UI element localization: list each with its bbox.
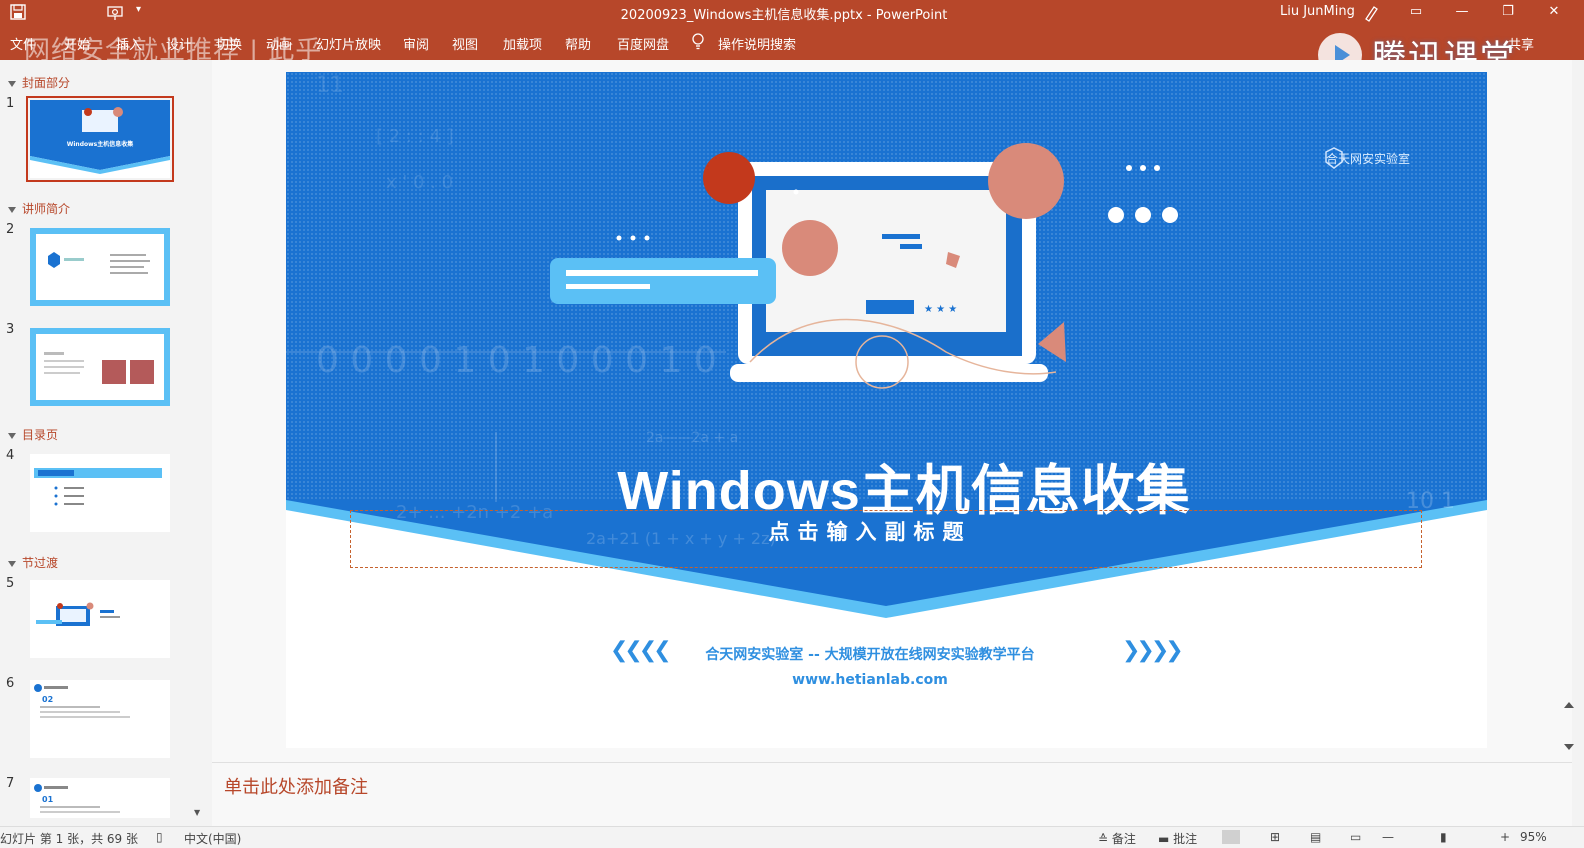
section-header[interactable]: 目录页: [8, 426, 58, 443]
collapse-triangle-icon[interactable]: [8, 432, 16, 439]
tab-addins[interactable]: 加载项: [503, 34, 542, 53]
section-name: 目录页: [22, 428, 59, 442]
slide-number: 4: [6, 448, 15, 463]
minimize-icon[interactable]: —: [1452, 2, 1472, 22]
slide-number: 5: [6, 576, 15, 591]
zoom-level[interactable]: 95%: [1520, 830, 1547, 844]
slide-thumbnail-6[interactable]: 02: [30, 680, 170, 758]
slide-sorter-icon[interactable]: ⊞: [1270, 830, 1280, 844]
notes-placeholder[interactable]: 单击此处添加备注: [224, 773, 368, 799]
section-header[interactable]: 封面部分: [8, 74, 70, 91]
notes-toggle[interactable]: ≙ 备注: [1098, 830, 1136, 847]
thumbnails-scroll-down-icon[interactable]: ▼: [194, 808, 200, 817]
slide-thumbnails-pane: 封面部分 1 Windows主机信息收集 讲师简介 2 3 目录页 4 节过渡 …: [0, 60, 210, 826]
slide-thumbnail-2[interactable]: [30, 228, 170, 306]
slide-number: 7: [6, 776, 15, 791]
status-bar: 幻灯片 第 1 张，共 69 张 ▯ 中文(中国) ≙ 备注 ▬ 批注 ⊞ ▤ …: [0, 826, 1584, 848]
tab-review[interactable]: 审阅: [403, 34, 429, 53]
pen-icon[interactable]: [1362, 3, 1382, 23]
close-icon[interactable]: ✕: [1544, 2, 1564, 22]
notes-toggle-label: 备注: [1111, 832, 1136, 846]
slide-counter: 幻灯片 第 1 张，共 69 张: [0, 832, 138, 846]
slide-number: 2: [6, 222, 15, 237]
section-header[interactable]: 节过渡: [8, 554, 58, 571]
section-header[interactable]: 讲师简介: [8, 200, 70, 217]
ribbon-display-icon[interactable]: ▭: [1406, 2, 1426, 22]
section-name: 节过渡: [22, 556, 59, 570]
user-name[interactable]: Liu JunMing: [1280, 4, 1355, 19]
svg-text:Windows主机信息收集: Windows主机信息收集: [67, 140, 134, 148]
slide-url: www.hetianlab.com: [792, 672, 948, 688]
tab-help[interactable]: 帮助: [565, 34, 591, 53]
lightbulb-icon: [692, 33, 704, 50]
title-bar: ▾ 20200923_Windows主机信息收集.pptx - PowerPoi…: [0, 0, 1584, 26]
zoom-in-icon[interactable]: +: [1500, 830, 1510, 844]
chevron-right-icon: ❯❯❯❯: [1122, 638, 1184, 663]
lab-logo-text: 合天网安实验室: [1326, 152, 1411, 166]
reading-view-icon[interactable]: ▤: [1310, 830, 1321, 844]
slide-1[interactable]: 11 [ 2 : : 4 ] x ' 0 . 0 0 0 0 0 1 0 1 0…: [286, 72, 1487, 748]
slide-number: 3: [6, 322, 15, 337]
restore-icon[interactable]: ❐: [1498, 2, 1518, 22]
slide-subtitle[interactable]: 点击输入副标题: [286, 516, 1454, 546]
zoom-out-icon[interactable]: —: [1382, 830, 1394, 844]
slide-number: 6: [6, 676, 15, 691]
comments-toggle[interactable]: ▬ 批注: [1158, 830, 1197, 847]
svg-text:02: 02: [42, 695, 53, 704]
tab-slideshow[interactable]: 幻灯片放映: [316, 34, 381, 53]
spellcheck-icon[interactable]: ▯: [156, 830, 163, 844]
collapse-triangle-icon[interactable]: [8, 80, 16, 87]
slide-thumbnail-5[interactable]: [30, 580, 170, 658]
svg-text:01: 01: [42, 795, 54, 804]
tab-baidu-netdisk[interactable]: 百度网盘: [617, 34, 669, 53]
collapse-triangle-icon[interactable]: [8, 206, 16, 213]
slide-thumbnail-7[interactable]: 01: [30, 778, 170, 818]
comments-toggle-label: 批注: [1173, 832, 1198, 846]
slide-thumbnail-3[interactable]: [30, 328, 170, 406]
section-name: 讲师简介: [22, 202, 71, 216]
zoom-slider[interactable]: ▮: [1440, 830, 1447, 844]
normal-view-icon[interactable]: [1222, 830, 1240, 844]
notes-pane[interactable]: 单击此处添加备注: [212, 762, 1572, 826]
section-name: 封面部分: [22, 76, 71, 90]
language-indicator[interactable]: 中文(中国): [184, 830, 241, 847]
slide-thumbnail-1[interactable]: Windows主机信息收集: [26, 96, 174, 182]
vertical-scrollbar[interactable]: [1562, 700, 1576, 760]
slideshow-view-icon[interactable]: ▭: [1350, 830, 1361, 844]
tab-view[interactable]: 视图: [452, 34, 478, 53]
slide-thumbnail-4[interactable]: [30, 454, 170, 532]
slide-editor-area: 11 [ 2 : : 4 ] x ' 0 . 0 0 0 0 0 1 0 1 0…: [212, 60, 1572, 762]
powerpoint-window: ▾ 20200923_Windows主机信息收集.pptx - PowerPoi…: [0, 0, 1584, 848]
collapse-triangle-icon[interactable]: [8, 560, 16, 567]
slide-tagline: 合天网安实验室 -- 大规模开放在线网安实验教学平台: [705, 647, 1035, 663]
svg-text:★ ★ ★: ★ ★ ★: [924, 304, 957, 315]
slide-number: 1: [6, 96, 15, 111]
tell-me-search[interactable]: 操作说明搜索: [718, 34, 796, 53]
